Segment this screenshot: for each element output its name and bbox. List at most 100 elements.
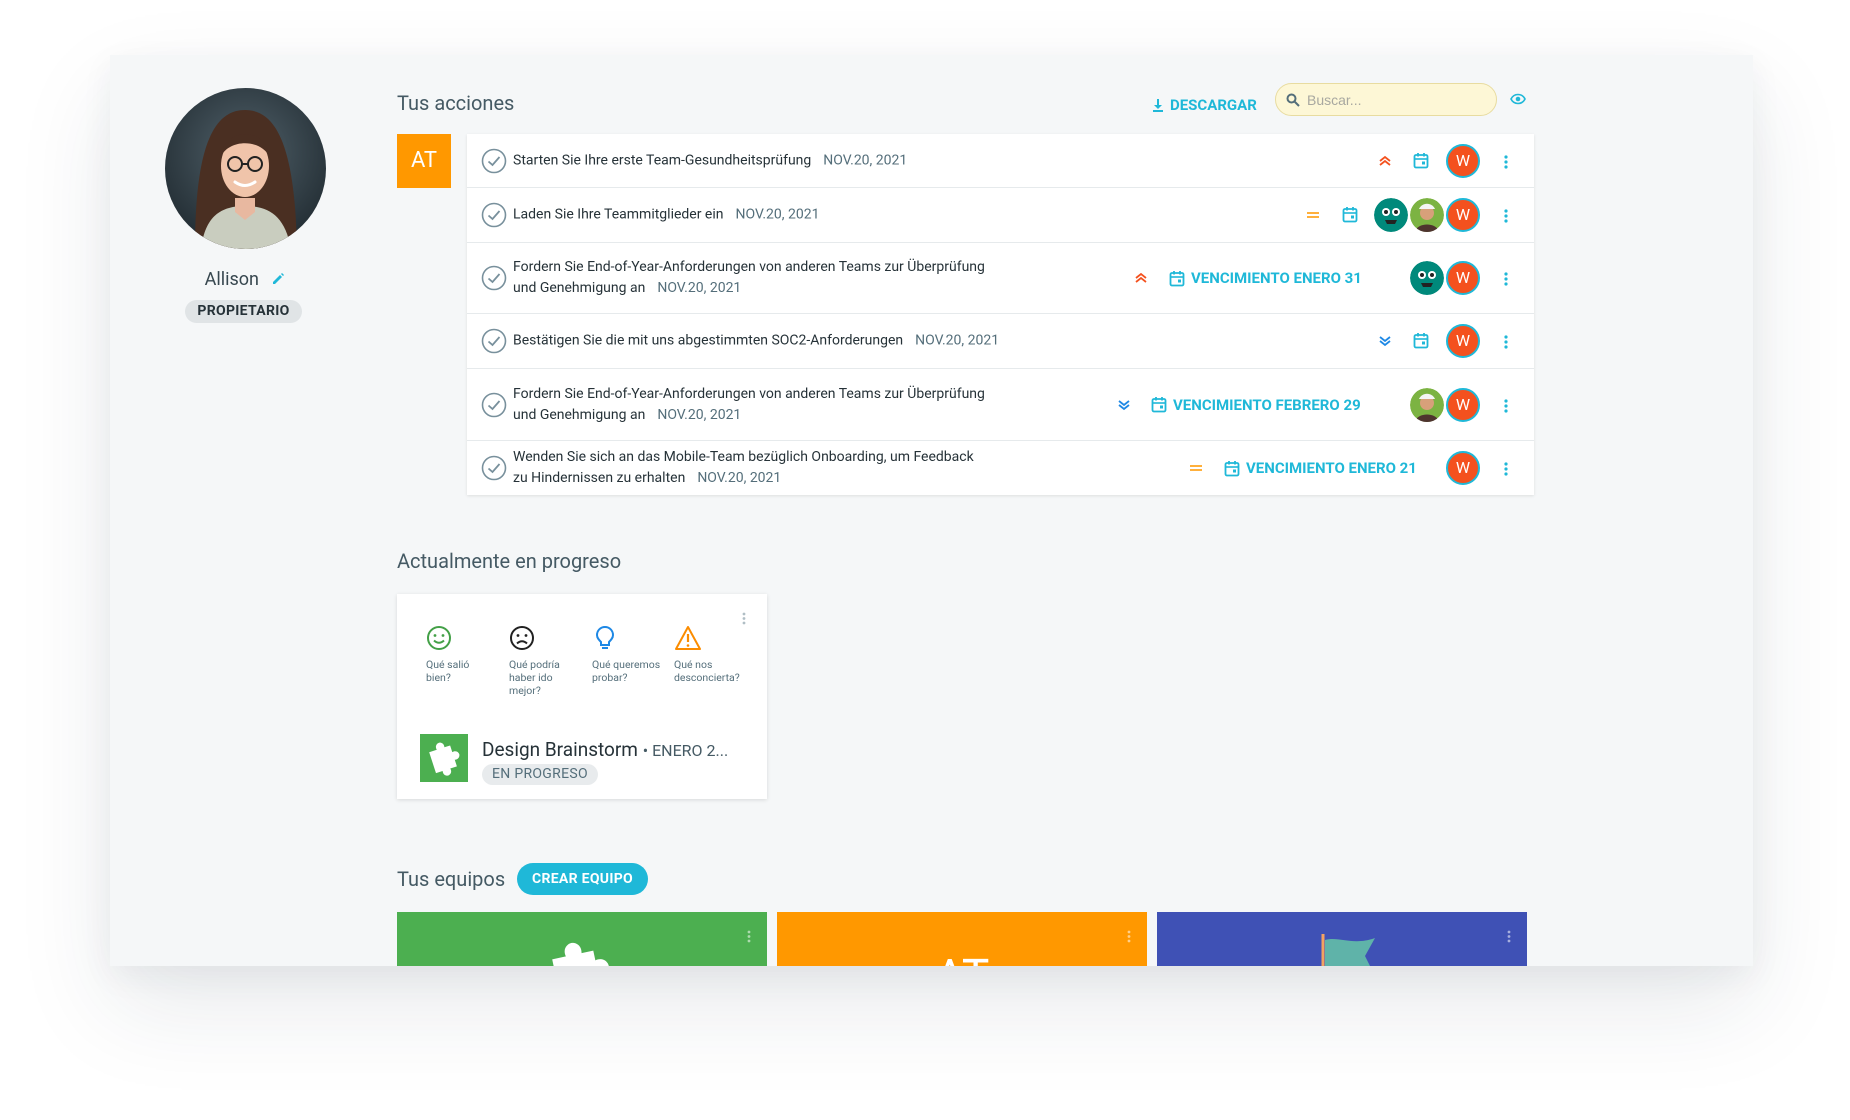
assignee-avatar[interactable]: W bbox=[1446, 451, 1480, 485]
due-date-label: VENCIMIENTO ENERO 21 bbox=[1246, 459, 1417, 477]
profile-name-row: Allison bbox=[110, 268, 380, 290]
action-text: Laden Sie Ihre Teammitglieder ein NOV.20,… bbox=[513, 205, 819, 226]
profile-avatar[interactable] bbox=[165, 88, 326, 249]
action-title-line2: und Genehmigung an bbox=[513, 280, 646, 296]
photo-avatar[interactable] bbox=[1410, 387, 1444, 422]
check-circle-icon[interactable] bbox=[481, 328, 507, 358]
team-card[interactable]: AT bbox=[777, 912, 1147, 966]
action-date: NOV.20, 2021 bbox=[735, 206, 820, 223]
session-title-row: Design Brainstorm • ENERO 2... bbox=[482, 738, 728, 761]
assignee-avatar[interactable]: W bbox=[1446, 387, 1480, 422]
download-icon bbox=[1153, 99, 1163, 112]
search-box[interactable] bbox=[1275, 83, 1497, 116]
team-badge[interactable]: AT bbox=[397, 134, 451, 188]
assignee-avatar[interactable]: W bbox=[1446, 261, 1480, 295]
check-circle-icon[interactable] bbox=[481, 265, 507, 295]
action-title: Fordern Sie End-of-Year-Anforderungen vo… bbox=[513, 385, 985, 402]
check-circle-icon[interactable] bbox=[481, 455, 507, 485]
monster-avatar[interactable] bbox=[1374, 198, 1408, 232]
action-text: Starten Sie Ihre erste Team-Gesundheitsp… bbox=[513, 150, 907, 171]
priority-medium-icon[interactable] bbox=[1188, 460, 1204, 480]
flag-icon bbox=[1321, 934, 1375, 966]
action-row[interactable]: Wenden Sie sich an das Mobile-Team bezüg… bbox=[467, 441, 1534, 495]
priority-low-icon[interactable] bbox=[1116, 397, 1132, 417]
puzzle-icon bbox=[420, 734, 468, 782]
teams-title: Tus equipos bbox=[397, 867, 506, 891]
priority-high-icon[interactable] bbox=[1377, 153, 1393, 173]
calendar-icon bbox=[1224, 460, 1240, 476]
action-row[interactable]: Bestätigen Sie die mit uns abgestimmten … bbox=[467, 314, 1534, 369]
action-title: Starten Sie Ihre erste Team-Gesundheitsp… bbox=[513, 152, 812, 168]
action-text: Fordern Sie End-of-Year-Anforderungen vo… bbox=[513, 257, 985, 299]
puzzle-icon bbox=[552, 942, 609, 966]
search-input[interactable] bbox=[1307, 91, 1477, 108]
more-vert-icon[interactable] bbox=[1504, 334, 1508, 353]
retro-column-label: Qué podría haber ido mejor? bbox=[509, 658, 560, 697]
team-card[interactable] bbox=[397, 912, 767, 966]
eye-icon[interactable] bbox=[1510, 90, 1526, 109]
action-row[interactable]: Fordern Sie End-of-Year-Anforderungen vo… bbox=[467, 243, 1534, 314]
action-title: Bestätigen Sie die mit uns abgestimmten … bbox=[513, 332, 904, 349]
more-vert-icon[interactable] bbox=[1504, 461, 1508, 480]
more-vert-icon[interactable] bbox=[1504, 271, 1508, 290]
more-vert-icon[interactable] bbox=[1504, 154, 1508, 173]
retro-column: Qué queremos probar? bbox=[592, 625, 662, 684]
action-text: Bestätigen Sie die mit uns abgestimmten … bbox=[513, 331, 999, 352]
monster-avatar[interactable] bbox=[1410, 261, 1444, 295]
check-circle-icon[interactable] bbox=[481, 148, 507, 178]
check-circle-icon[interactable] bbox=[481, 392, 507, 422]
retro-column: Qué salió bien? bbox=[426, 625, 496, 684]
priority-medium-icon[interactable] bbox=[1305, 207, 1321, 227]
warning-icon bbox=[675, 626, 701, 650]
action-date: NOV.20, 2021 bbox=[915, 332, 1000, 349]
due-date-button[interactable]: VENCIMIENTO ENERO 31 bbox=[1169, 267, 1362, 289]
pencil-icon[interactable] bbox=[271, 272, 285, 286]
calendar-icon[interactable] bbox=[1413, 332, 1429, 353]
download-button[interactable]: DESCARGAR bbox=[1152, 92, 1257, 118]
action-row[interactable]: Fordern Sie End-of-Year-Anforderungen vo… bbox=[467, 369, 1534, 441]
actions-title: Tus acciones bbox=[397, 91, 515, 115]
profile-name: Allison bbox=[204, 268, 259, 290]
create-team-button[interactable]: CREAR EQUIPO bbox=[517, 863, 648, 895]
assignee-avatar[interactable]: W bbox=[1446, 324, 1480, 358]
session-date: • ENERO 2... bbox=[642, 741, 729, 760]
session-title: Design Brainstorm bbox=[482, 738, 638, 761]
calendar-icon[interactable] bbox=[1342, 206, 1358, 227]
search-icon bbox=[1286, 93, 1300, 107]
lightbulb-icon bbox=[595, 625, 615, 649]
priority-high-icon[interactable] bbox=[1133, 270, 1149, 290]
due-date-button[interactable]: VENCIMIENTO ENERO 21 bbox=[1224, 457, 1417, 479]
action-row[interactable]: Laden Sie Ihre Teammitglieder ein NOV.20,… bbox=[467, 188, 1534, 243]
calendar-icon[interactable] bbox=[1413, 152, 1429, 173]
due-date-button[interactable]: VENCIMIENTO FEBRERO 29 bbox=[1151, 394, 1361, 416]
action-row[interactable]: Starten Sie Ihre erste Team-Gesundheitsp… bbox=[467, 134, 1534, 188]
more-vert-icon[interactable] bbox=[1127, 928, 1131, 947]
action-date: NOV.20, 2021 bbox=[697, 470, 782, 486]
check-circle-icon[interactable] bbox=[481, 202, 507, 232]
action-title-line2: zu Hindernissen zu erhalten bbox=[513, 470, 686, 486]
actions-list: Starten Sie Ihre erste Team-Gesundheitsp… bbox=[467, 134, 1534, 495]
download-label: DESCARGAR bbox=[1170, 96, 1257, 114]
more-vert-icon[interactable] bbox=[1504, 208, 1508, 227]
status-badge: EN PROGRESO bbox=[482, 764, 598, 785]
due-date-label: VENCIMIENTO FEBRERO 29 bbox=[1173, 395, 1361, 414]
retro-column: Qué podría haber ido mejor? bbox=[509, 625, 579, 697]
more-vert-icon[interactable] bbox=[1507, 928, 1511, 947]
assignee-avatar[interactable]: W bbox=[1446, 198, 1480, 232]
retro-column-label: Qué salió bien? bbox=[426, 658, 470, 684]
retro-column-label: Qué queremos probar? bbox=[592, 658, 661, 684]
more-vert-icon[interactable] bbox=[747, 928, 751, 947]
action-text: Fordern Sie End-of-Year-Anforderungen vo… bbox=[513, 384, 985, 426]
assignee-avatar[interactable]: W bbox=[1446, 143, 1480, 178]
priority-low-icon[interactable] bbox=[1377, 333, 1393, 353]
app-window: Allison PROPIETARIO Tus acciones DESCARG… bbox=[110, 55, 1753, 966]
session-card[interactable]: Qué salió bien? Qué podría haber ido mej… bbox=[397, 594, 767, 799]
smile-icon bbox=[427, 626, 451, 650]
calendar-icon bbox=[1151, 397, 1167, 413]
more-vert-icon[interactable] bbox=[1504, 398, 1508, 417]
retro-column-label: Qué nos desconcierta? bbox=[674, 658, 740, 684]
photo-avatar[interactable] bbox=[1410, 198, 1444, 232]
team-card[interactable] bbox=[1157, 912, 1527, 966]
action-title-line2: und Genehmigung an bbox=[513, 406, 646, 423]
team-initials: AT bbox=[777, 950, 1147, 966]
